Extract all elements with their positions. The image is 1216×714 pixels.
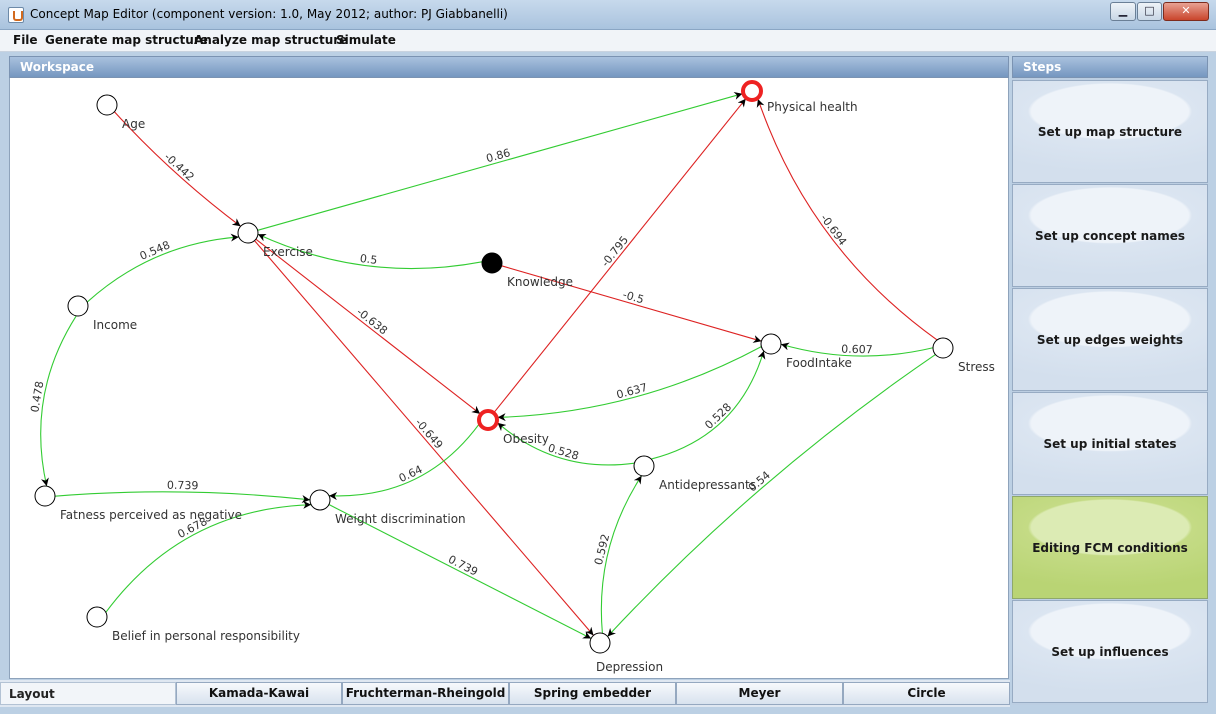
workspace-canvas[interactable]: -0.442 0.86 0.5 0.548 0.478 -0.638 -0.649 -0.79… (9, 78, 1009, 679)
edge-weight-label[interactable]: 0.607 (841, 343, 873, 357)
window-title: Concept Map Editor (component version: 1… (30, 7, 508, 21)
edge-weight-label[interactable]: -0.442 (162, 150, 197, 183)
steps-header: Steps (1012, 56, 1208, 78)
title-bar: Concept Map Editor (component version: 1… (0, 0, 1216, 30)
edge-weight-label[interactable]: 0.5 (359, 252, 378, 267)
edge-weight-label[interactable]: -0.5 (621, 288, 645, 306)
menu-analyze-map-structure[interactable]: Analyze map structure (194, 33, 347, 47)
concept-label-fatness: Fatness perceived as negative (60, 508, 242, 522)
edge-weight-label[interactable]: 0.739 (446, 553, 480, 579)
concept-label-weight-discrimination: Weight discrimination (335, 512, 466, 526)
concept-map[interactable]: -0.442 0.86 0.5 0.548 0.478 -0.638 -0.649 -0.79… (10, 78, 1008, 678)
menu-simulate[interactable]: Simulate (336, 33, 396, 47)
concept-label-foodintake: FoodIntake (786, 356, 852, 370)
edge-weight-label[interactable]: -0.649 (412, 416, 445, 451)
concept-node-depression[interactable] (589, 632, 611, 654)
concept-node-age[interactable] (96, 94, 118, 116)
layout-kamada-kawai-button[interactable]: Kamada-Kawai (176, 682, 342, 705)
layout-meyer-button[interactable]: Meyer (676, 682, 843, 705)
concept-label-stress: Stress (958, 360, 995, 374)
minimize-button[interactable]: ▁ (1110, 2, 1136, 21)
concept-node-foodintake[interactable] (760, 333, 782, 355)
edge-weight-label[interactable]: -0.795 (599, 234, 631, 270)
step-editing-fcm-conditions[interactable]: Editing FCM conditions (1012, 496, 1208, 599)
concept-label-income: Income (93, 318, 137, 332)
menu-generate-map-structure[interactable]: Generate map structure (45, 33, 208, 47)
edge-weight-label[interactable]: 0.64 (397, 463, 425, 485)
concept-node-income[interactable] (67, 295, 89, 317)
edge-weight-label[interactable]: -0.638 (354, 305, 390, 337)
concept-label-exercise: Exercise (263, 245, 313, 259)
java-app-icon (8, 7, 24, 23)
steps-panel: Set up map structure Set up concept name… (1012, 78, 1208, 705)
concept-node-stress[interactable] (932, 337, 954, 359)
concept-node-exercise[interactable] (237, 222, 259, 244)
edge-weight-label[interactable]: 0.528 (702, 401, 734, 432)
layout-bar: Layout Kamada-Kawai Fruchterman-Rheingol… (0, 680, 1010, 707)
concept-node-obesity[interactable] (477, 409, 499, 431)
edge-stress-to-physical_health[interactable] (756, 98, 938, 341)
concept-node-belief[interactable] (86, 606, 108, 628)
step-set-up-influences[interactable]: Set up influences (1012, 600, 1208, 703)
concept-label-age: Age (122, 117, 145, 131)
edge-weight-label[interactable]: -0.694 (818, 212, 850, 248)
step-set-up-concept-names[interactable]: Set up concept names (1012, 184, 1208, 287)
menu-file[interactable]: File (13, 33, 38, 47)
concept-label-knowledge: Knowledge (507, 275, 573, 289)
edge-weight-label[interactable]: 0.739 (167, 479, 199, 492)
concept-label-physical-health: Physical health (767, 100, 858, 114)
workspace-header: Workspace (9, 56, 1009, 78)
edge-antidepressants-to-foodintake[interactable] (651, 350, 766, 460)
edge-income-to-fatness[interactable] (40, 315, 77, 487)
edge-weight-label[interactable]: 0.86 (485, 146, 512, 165)
step-set-up-edges-weights[interactable]: Set up edges weights (1012, 288, 1208, 391)
concept-node-knowledge[interactable] (481, 252, 503, 274)
concept-node-antidepressants[interactable] (633, 455, 655, 477)
layout-circle-button[interactable]: Circle (843, 682, 1010, 705)
concept-label-obesity: Obesity (503, 432, 549, 446)
layout-label: Layout (0, 682, 176, 705)
concept-node-fatness[interactable] (34, 485, 56, 507)
layout-fruchterman-rheingold-button[interactable]: Fruchterman-Rheingold (342, 682, 509, 705)
edge-exercise-to-physical_health[interactable] (257, 92, 743, 231)
edge-weight-label[interactable]: 0.478 (28, 380, 46, 413)
close-button[interactable]: ✕ (1163, 2, 1209, 21)
edge-obesity-to-physical_health[interactable] (493, 98, 747, 413)
menu-bar: File Generate map structure Analyze map … (0, 30, 1216, 52)
step-set-up-initial-states[interactable]: Set up initial states (1012, 392, 1208, 495)
edge-weight-label[interactable]: 0.548 (138, 238, 172, 262)
edge-stress-to-depression[interactable] (607, 354, 936, 637)
edge-weight-label[interactable]: 0.528 (546, 441, 580, 462)
maximize-button[interactable]: □ (1137, 2, 1162, 21)
concept-label-antidepressants: Antidepressants (659, 478, 756, 492)
concept-node-weight-discrimination[interactable] (309, 489, 331, 511)
concept-label-depression: Depression (596, 660, 663, 674)
edge-obesity-to-weight_discrimination[interactable] (329, 423, 480, 501)
layout-spring-embedder-button[interactable]: Spring embedder (509, 682, 676, 705)
concept-node-physical-health[interactable] (741, 80, 763, 102)
step-set-up-map-structure[interactable]: Set up map structure (1012, 80, 1208, 183)
concept-label-belief: Belief in personal responsibility (112, 629, 300, 643)
edge-fatness-to-weight_discrimination[interactable] (54, 491, 311, 503)
